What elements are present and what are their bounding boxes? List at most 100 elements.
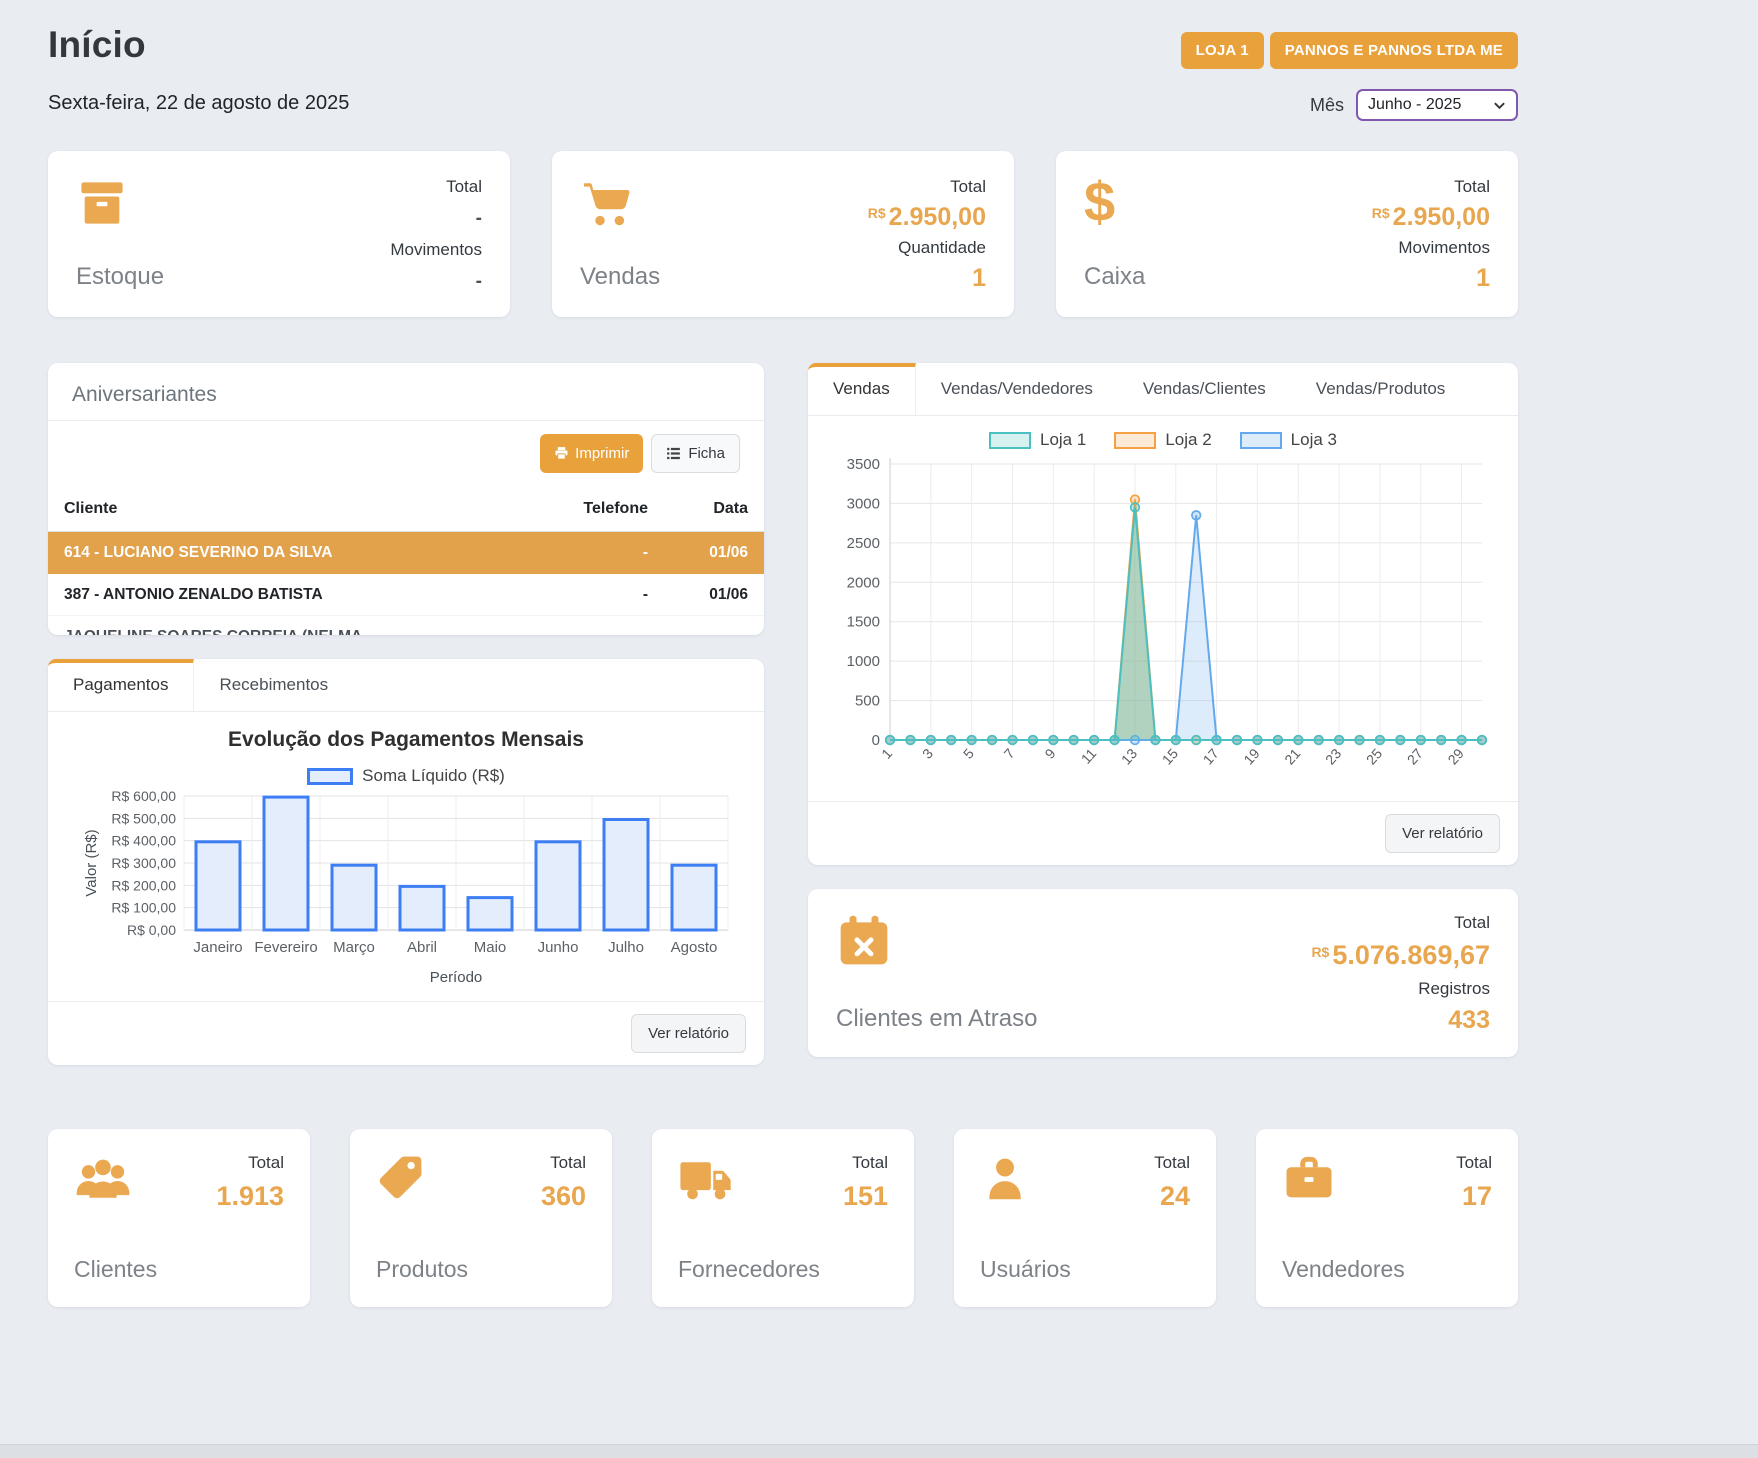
svg-text:23: 23 — [1322, 745, 1344, 767]
page-title: Início — [48, 24, 349, 66]
late-clients-card: Clientes em Atraso Total R$5.076.869,67 … — [808, 889, 1518, 1057]
payments-report-button[interactable]: Ver relatório — [631, 1014, 746, 1053]
birthdays-panel: Aniversariantes Imprimir Ficha — [48, 363, 764, 635]
svg-text:17: 17 — [1200, 745, 1222, 767]
stat-card-label: Estoque — [76, 263, 164, 291]
month-label: Mês — [1310, 95, 1344, 116]
calendar-x-icon — [836, 913, 1037, 969]
tab-vendas-vendedores[interactable]: Vendas/Vendedores — [916, 363, 1118, 415]
late-clients-total-value: R$5.076.869,67 — [1311, 942, 1490, 969]
sales-line-chart: 0500100015002000250030003500135791113151… — [832, 452, 1494, 792]
svg-text:1500: 1500 — [847, 614, 880, 631]
summary-total-label: Total — [1154, 1153, 1190, 1173]
svg-text:3: 3 — [919, 745, 936, 762]
summary-card-label: Vendedores — [1282, 1256, 1492, 1283]
legend-swatch-loja2 — [1114, 432, 1156, 449]
summary-total-label: Total — [843, 1153, 888, 1173]
svg-text:13: 13 — [1118, 745, 1140, 767]
birthdays-table: Cliente Telefone Data 614 - LUCIANO SEVE… — [48, 486, 764, 635]
summary-card-usuarios: Total 24 Usuários — [954, 1129, 1216, 1307]
tab-vendas-clientes[interactable]: Vendas/Clientes — [1118, 363, 1291, 415]
svg-text:25: 25 — [1363, 745, 1385, 767]
stat-row-value: R$2.950,00 — [1372, 205, 1490, 230]
summary-total-value: 1.913 — [216, 1181, 284, 1212]
summary-card-label: Clientes — [74, 1256, 284, 1283]
svg-text:2000: 2000 — [847, 574, 880, 591]
payments-chart-legend: Soma Líquido (R$) — [48, 766, 764, 786]
svg-text:R$ 600,00: R$ 600,00 — [111, 788, 176, 804]
column-header-data: Data — [648, 500, 748, 518]
tab-recebimentos[interactable]: Recebimentos — [194, 659, 353, 711]
tab-vendas-produtos[interactable]: Vendas/Produtos — [1291, 363, 1470, 415]
legend-swatch-loja1 — [989, 432, 1031, 449]
stat-row-value: - — [476, 272, 482, 291]
svg-text:R$ 300,00: R$ 300,00 — [111, 855, 176, 871]
svg-text:Março: Março — [333, 939, 375, 956]
cell-data: 01/06 — [648, 586, 748, 604]
stat-row-label: Total — [1454, 177, 1490, 197]
late-clients-registros-value: 433 — [1448, 1008, 1490, 1033]
svg-text:Período: Período — [430, 969, 483, 986]
svg-text:21: 21 — [1281, 745, 1303, 767]
current-date: Sexta-feira, 22 de agosto de 2025 — [48, 92, 349, 115]
svg-text:1000: 1000 — [847, 653, 880, 670]
legend-swatch-loja3 — [1240, 432, 1282, 449]
svg-text:500: 500 — [855, 693, 880, 710]
sales-report-button[interactable]: Ver relatório — [1385, 814, 1500, 853]
svg-text:Junho: Junho — [538, 939, 579, 956]
svg-text:29: 29 — [1445, 745, 1467, 767]
truck-icon — [678, 1153, 736, 1203]
cell-telefone: - — [508, 544, 648, 562]
table-row[interactable]: JAQUELINE SOARES CORREIA (NELMA — [48, 616, 764, 635]
store-button-company[interactable]: PANNOS E PANNOS LTDA ME — [1270, 32, 1518, 69]
cell-data: 01/06 — [648, 544, 748, 562]
person-icon — [980, 1153, 1030, 1205]
summary-card-fornecedores: Total 151 Fornecedores — [652, 1129, 914, 1307]
svg-text:7: 7 — [1001, 745, 1018, 762]
stat-row-value: R$2.950,00 — [868, 205, 986, 230]
cart-icon — [580, 177, 660, 229]
sales-chart-legend: Loja 1 Loja 2 Loja 3 — [808, 430, 1518, 450]
svg-text:3500: 3500 — [847, 456, 880, 473]
summary-total-value: 17 — [1456, 1181, 1492, 1212]
dollar-icon: $ — [1084, 177, 1145, 227]
svg-text:0: 0 — [872, 732, 880, 749]
summary-card-vendedores: Total 17 Vendedores — [1256, 1129, 1518, 1307]
tab-vendas[interactable]: Vendas — [808, 363, 916, 415]
stat-card-label: Vendas — [580, 263, 660, 291]
stat-row-value: - — [476, 209, 482, 228]
footer-strip — [0, 1444, 1758, 1458]
store-button-loja1[interactable]: LOJA 1 — [1181, 32, 1264, 69]
tag-icon — [376, 1153, 428, 1205]
table-row[interactable]: 614 - LUCIANO SEVERINO DA SILVA - 01/06 — [48, 532, 764, 574]
svg-text:1: 1 — [878, 745, 895, 762]
payments-panel: Pagamentos Recebimentos Evolução dos Pag… — [48, 659, 764, 1065]
month-select-value: Junho - 2025 — [1368, 96, 1461, 114]
cell-cliente: JAQUELINE SOARES CORREIA (NELMA — [64, 628, 508, 636]
svg-text:R$ 500,00: R$ 500,00 — [111, 810, 176, 826]
summary-total-value: 360 — [541, 1181, 586, 1212]
summary-total-label: Total — [216, 1153, 284, 1173]
svg-text:Abril: Abril — [407, 939, 437, 956]
tab-pagamentos[interactable]: Pagamentos — [48, 659, 194, 711]
legend-label: Soma Líquido (R$) — [362, 766, 505, 786]
summary-total-value: 151 — [843, 1181, 888, 1212]
legend-label: Loja 1 — [1040, 430, 1086, 450]
payments-tabs: Pagamentos Recebimentos — [48, 659, 764, 712]
payments-bar-chart: R$ 0,00R$ 100,00R$ 200,00R$ 300,00R$ 400… — [72, 788, 740, 992]
month-select[interactable]: Junho - 2025 — [1356, 89, 1518, 121]
dashboard-page: Início Sexta-feira, 22 de agosto de 2025… — [48, 0, 1518, 1307]
sales-tabs: Vendas Vendas/Vendedores Vendas/Clientes… — [808, 363, 1518, 416]
people-icon — [74, 1153, 132, 1201]
topbar-left: Início Sexta-feira, 22 de agosto de 2025 — [48, 24, 349, 115]
svg-text:27: 27 — [1404, 745, 1426, 767]
table-row[interactable]: 387 - ANTONIO ZENALDO BATISTA - 01/06 — [48, 574, 764, 616]
print-button[interactable]: Imprimir — [540, 434, 643, 473]
ficha-button[interactable]: Ficha — [651, 434, 740, 473]
svg-text:Fevereiro: Fevereiro — [254, 939, 317, 956]
late-clients-registros-label: Registros — [1418, 979, 1490, 999]
store-buttons: LOJA 1 PANNOS E PANNOS LTDA ME — [1181, 32, 1518, 69]
svg-text:2500: 2500 — [847, 535, 880, 552]
month-filter: Mês Junho - 2025 — [1310, 89, 1518, 121]
list-icon — [666, 446, 681, 461]
